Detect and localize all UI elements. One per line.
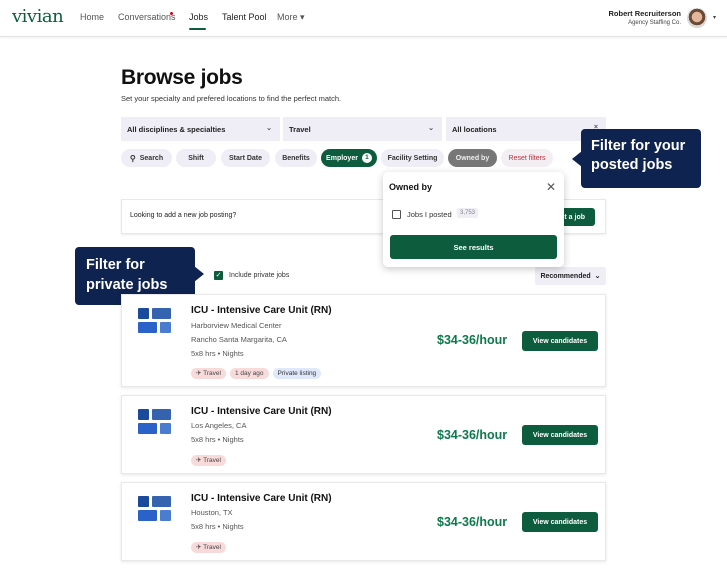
facility-logo-icon (138, 496, 172, 522)
view-candidates-button[interactable]: View candidates (522, 331, 598, 351)
job-price: $34-36/hour (437, 333, 508, 347)
search-chip-label: Search (139, 154, 164, 162)
job-title[interactable]: ICU - Intensive Care Unit (RN) (191, 406, 332, 417)
job-type-select[interactable]: Travel ⌄ (283, 117, 442, 141)
tag-posted-date: 1 day ago (229, 368, 269, 379)
location-select-value: All locations (452, 124, 497, 134)
start-date-chip[interactable]: Start Date (221, 149, 270, 167)
job-location: Los Angeles, CA (191, 421, 247, 430)
employer-chip[interactable]: Employer 1 (321, 149, 377, 167)
facility-logo-icon (138, 308, 172, 334)
job-title[interactable]: ICU - Intensive Care Unit (RN) (191, 493, 332, 504)
owned-by-chip[interactable]: Owned by (448, 149, 497, 167)
job-schedule: 5x8 hrs • Nights (191, 435, 244, 444)
callout-posted-jobs: Filter for your posted jobs (572, 129, 701, 188)
search-icon: ⚲ (129, 153, 136, 163)
job-location: Rancho Santa Margarita, CA (191, 335, 287, 344)
see-results-button[interactable]: See results (390, 235, 557, 259)
facility-setting-chip[interactable]: Facility Setting (381, 149, 444, 167)
facility-logo-icon (138, 409, 172, 435)
include-private-jobs-label: Include private jobs (229, 272, 290, 279)
job-schedule: 5x8 hrs • Nights (191, 522, 244, 531)
job-card[interactable]: ICU - Intensive Care Unit (RN) Houston, … (121, 482, 606, 561)
job-card[interactable]: ICU - Intensive Care Unit (RN) Los Angel… (121, 395, 606, 474)
tag-travel: ✈ Travel (191, 455, 226, 466)
user-company: Agency Staffing Co. (628, 20, 681, 26)
discipline-select[interactable]: All disciplines & specialties ⌄ (121, 117, 280, 141)
job-tags: ✈ Travel (191, 455, 226, 466)
job-tags: ✈ Travel 1 day ago Private listing (191, 368, 322, 379)
nav-jobs[interactable]: Jobs (189, 12, 208, 22)
chevron-down-icon[interactable]: ▾ (713, 14, 716, 21)
job-title[interactable]: ICU - Intensive Care Unit (RN) (191, 305, 332, 316)
employer-chip-label: Employer (326, 154, 358, 162)
owned-by-popover: Owned by ✕ Jobs I posted 3,753 See resul… (383, 172, 564, 267)
unread-dot (170, 12, 173, 15)
job-type-select-value: Travel (289, 124, 311, 134)
job-price: $34-36/hour (437, 428, 508, 442)
chevron-down-icon: ⌄ (428, 125, 434, 132)
user-name: Robert Recruiterson (608, 9, 681, 18)
job-tags: ✈ Travel (191, 542, 226, 553)
jobs-i-posted-label: Jobs I posted (407, 210, 452, 219)
job-facility: Harborview Medical Center (191, 321, 282, 330)
nav-conversations[interactable]: Conversations (118, 12, 176, 22)
popover-title: Owned by (389, 182, 433, 192)
job-schedule: 5x8 hrs • Nights (191, 349, 244, 358)
tag-travel: ✈ Travel (191, 542, 226, 553)
benefits-chip[interactable]: Benefits (275, 149, 317, 167)
discipline-select-value: All disciplines & specialties (127, 124, 226, 134)
job-price: $34-36/hour (437, 515, 508, 529)
include-private-jobs-checkbox[interactable]: ✓ (214, 271, 223, 280)
chevron-down-icon: ⌄ (594, 273, 601, 280)
page-subtitle: Set your specialty and prefered location… (121, 94, 342, 103)
reset-filters-chip[interactable]: Reset filters (501, 149, 553, 167)
view-candidates-button[interactable]: View candidates (522, 512, 598, 532)
jobs-i-posted-count: 3,753 (457, 208, 479, 218)
tag-travel: ✈ Travel (191, 368, 226, 379)
employer-count-badge: 1 (361, 153, 372, 163)
shift-chip[interactable]: Shift (176, 149, 216, 167)
nav-more[interactable]: More ▾ (277, 12, 305, 23)
nav-talent-pool[interactable]: Talent Pool (222, 12, 267, 22)
tag-private-listing: Private listing (272, 368, 322, 379)
close-icon[interactable]: ✕ (546, 180, 556, 194)
sort-select-value: Recommended (540, 272, 591, 280)
page-title: Browse jobs (121, 66, 243, 89)
sort-select[interactable]: Recommended ⌄ (535, 267, 606, 285)
avatar[interactable] (687, 8, 707, 28)
chevron-down-icon: ⌄ (266, 125, 272, 132)
top-nav: vivian Home Conversations Jobs Talent Po… (0, 0, 727, 37)
active-tab-indicator (189, 28, 206, 30)
add-job-posting-text: Looking to add a new job posting? (130, 212, 237, 219)
jobs-i-posted-checkbox[interactable] (392, 210, 401, 219)
job-location: Houston, TX (191, 508, 233, 517)
vivian-logo[interactable]: vivian (12, 6, 64, 27)
view-candidates-button[interactable]: View candidates (522, 425, 598, 445)
nav-home[interactable]: Home (80, 12, 104, 22)
search-chip[interactable]: ⚲ Search (121, 149, 172, 167)
job-card[interactable]: ICU - Intensive Care Unit (RN) Harborvie… (121, 294, 606, 387)
